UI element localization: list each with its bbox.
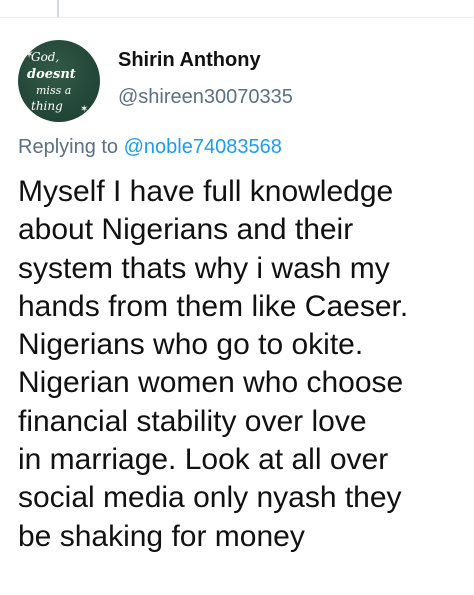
avatar-line-2: doesnt — [27, 67, 76, 82]
replying-to-line: Replying to @noble74083568 — [18, 136, 282, 159]
avatar-line-3: miss a — [36, 84, 71, 97]
avatar[interactable]: God, doesnt miss a thing ✶ ✶ — [18, 40, 100, 122]
avatar-line-1: God, — [31, 50, 59, 64]
divider — [0, 17, 474, 18]
tweet-body: Myself I have full knowledge about Niger… — [18, 175, 409, 553]
replying-to-prefix: Replying to — [18, 136, 119, 158]
replying-to-mention-link[interactable]: @noble74083568 — [124, 136, 282, 158]
author-handle[interactable]: @shireen30070335 — [118, 86, 293, 109]
author-display-name[interactable]: Shirin Anthony — [118, 49, 261, 72]
avatar-line-4: thing — [31, 99, 63, 113]
avatar-star-left: ✶ — [24, 47, 34, 61]
avatar-star-right: ✶ — [80, 104, 88, 115]
thread-connector-line — [57, 0, 59, 17]
avatar-lettering-icon: God, doesnt miss a thing ✶ ✶ — [24, 47, 88, 115]
